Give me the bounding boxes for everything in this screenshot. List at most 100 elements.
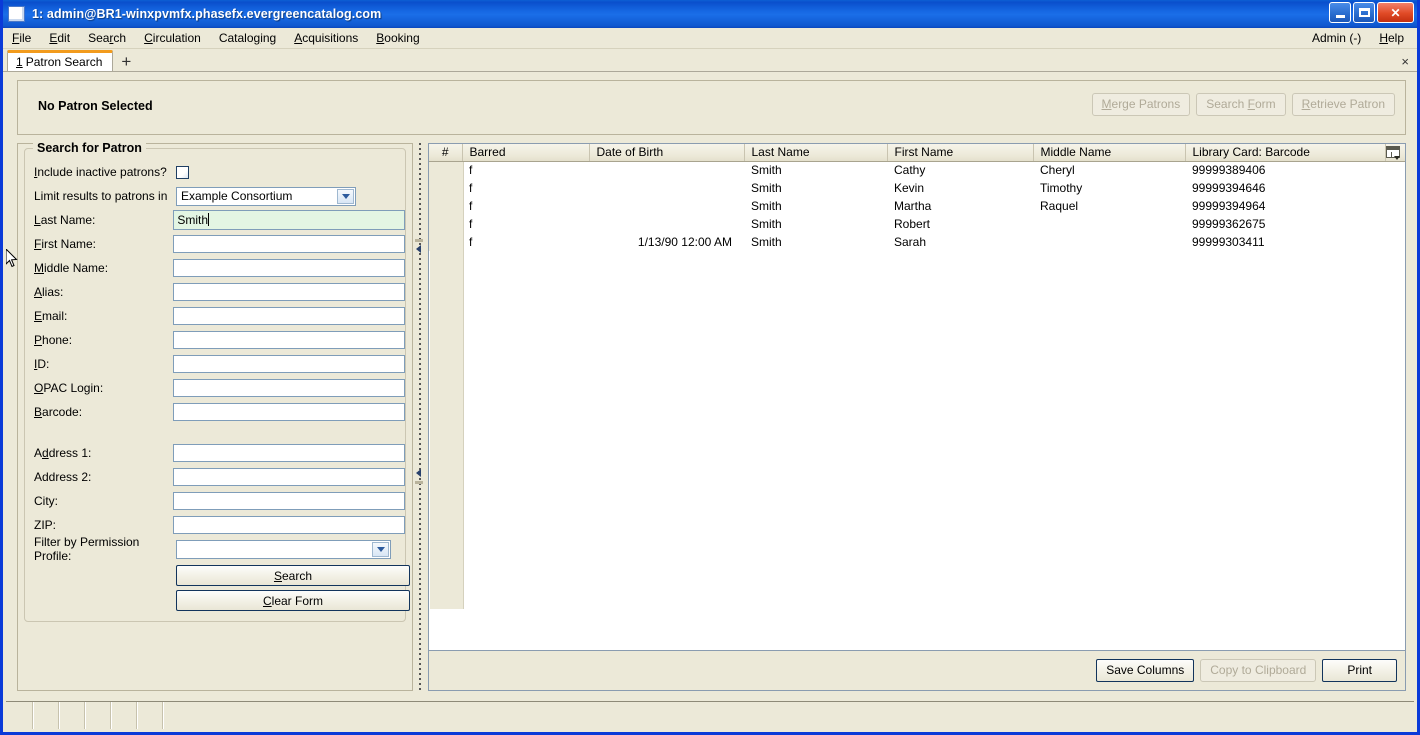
results-table-body: 1 f Smith Cathy Cheryl 99999389406 2 f (429, 161, 1405, 251)
app-icon (8, 6, 25, 22)
cell-barcode: 99999362675 (1185, 215, 1385, 233)
address1-label: Address 1: (34, 446, 92, 460)
pane-splitter[interactable] (414, 143, 427, 691)
print-button[interactable]: Print (1322, 659, 1397, 682)
row-phone: Phone: (25, 328, 405, 352)
col-header-picker-cell (1385, 144, 1405, 162)
col-header-last-name[interactable]: Last Name (744, 144, 888, 162)
menu-circulation[interactable]: Circulation (135, 29, 210, 47)
save-columns-button[interactable]: Save Columns (1096, 659, 1195, 682)
cell-last-name: Smith (744, 161, 887, 179)
menu-edit[interactable]: Edit (40, 29, 79, 47)
barcode-input[interactable] (173, 403, 405, 421)
zip-label: ZIP: (34, 518, 57, 532)
clear-form-button[interactable]: Clear Form (176, 590, 410, 611)
table-row[interactable]: 2 f Smith Kevin Timothy 99999394646 (429, 179, 1405, 197)
col-header-barred[interactable]: Barred (462, 144, 590, 162)
cell-last-name: Smith (744, 179, 887, 197)
status-segment (60, 702, 86, 729)
menu-admin[interactable]: Admin (-) (1303, 29, 1370, 47)
col-header-middle-name[interactable]: Middle Name (1033, 144, 1186, 162)
cell-spacer (1385, 179, 1405, 197)
cell-spacer (1385, 197, 1405, 215)
column-picker-icon[interactable] (1386, 146, 1400, 161)
opac-login-input[interactable] (173, 379, 405, 397)
close-button[interactable]: ✕ (1377, 2, 1414, 23)
limit-results-label: Limit results to patrons in (34, 189, 168, 203)
middle-name-input[interactable] (173, 259, 405, 277)
copy-to-clipboard-button[interactable]: Copy to Clipboard (1200, 659, 1317, 682)
zip-input[interactable] (173, 516, 405, 534)
cell-first-name: Robert (887, 215, 1033, 233)
row-city: City: (25, 489, 405, 513)
last-name-input[interactable]: Smith (173, 210, 405, 230)
first-name-input[interactable] (173, 235, 405, 253)
menu-bar: File Edit Search Circulation Cataloging … (3, 28, 1417, 49)
include-inactive-checkbox[interactable] (176, 165, 189, 179)
table-row[interactable]: 3 f Smith Martha Raquel 99999394964 (429, 197, 1405, 215)
email-input[interactable] (173, 307, 405, 325)
address2-input[interactable] (173, 468, 405, 486)
cell-barred: f (462, 161, 589, 179)
middle-name-label: Middle Name: (34, 261, 109, 275)
barcode-label: Barcode: (34, 405, 83, 419)
col-header-barcode[interactable]: Library Card: Barcode (1185, 144, 1386, 162)
row-first-name: First Name: (25, 232, 405, 256)
application-window: 1: admin@BR1-winxpvmfx.phasefx.evergreen… (0, 0, 1420, 735)
mouse-cursor (6, 249, 18, 268)
cell-middle-name: Cheryl (1033, 161, 1185, 179)
window-title: 1: admin@BR1-winxpvmfx.phasefx.evergreen… (32, 7, 382, 21)
tab-patron-search[interactable]: 1 Patron Search (7, 50, 114, 71)
menu-booking[interactable]: Booking (367, 29, 428, 47)
table-row[interactable]: 5 f 1/13/90 12:00 AM Smith Sarah 9999930… (429, 233, 1405, 251)
merge-patrons-button[interactable]: Merge Patrons (1091, 93, 1191, 116)
cell-middle-name (1033, 233, 1185, 251)
limit-results-select[interactable]: Example Consortium (176, 186, 356, 206)
tab-bar: 1 Patron Search + × (3, 49, 1417, 72)
maximize-button[interactable] (1353, 2, 1375, 23)
col-header-dob[interactable]: Date of Birth (589, 144, 745, 162)
splitter-grip (419, 143, 421, 691)
row-alias: Alias: (25, 280, 405, 304)
table-row[interactable]: 1 f Smith Cathy Cheryl 99999389406 (429, 161, 1405, 179)
address2-label: Address 2: (34, 470, 92, 484)
cell-first-name: Cathy (887, 161, 1033, 179)
menu-file[interactable]: File (3, 29, 40, 47)
alias-input[interactable] (173, 283, 405, 301)
permission-profile-select[interactable] (176, 539, 391, 559)
tab-label: Patron Search (25, 55, 103, 69)
cell-spacer (1385, 161, 1405, 179)
address1-input[interactable] (173, 444, 405, 462)
table-row[interactable]: 4 f Smith Robert 99999362675 (429, 215, 1405, 233)
menu-acquisitions[interactable]: Acquisitions (285, 29, 367, 47)
row-limit-results: Limit results to patrons in Example Cons… (25, 184, 405, 208)
menu-help[interactable]: Help (1370, 29, 1413, 47)
first-name-label: First Name: (34, 237, 97, 251)
search-form-button[interactable]: Search Form (1196, 93, 1286, 116)
menu-cataloging[interactable]: Cataloging (210, 29, 285, 47)
phone-input[interactable] (173, 331, 405, 349)
city-input[interactable] (173, 492, 405, 510)
minimize-button[interactable] (1329, 2, 1351, 23)
results-grid-wrapper[interactable]: # Barred Date of Birth Last Name First N… (429, 144, 1405, 650)
splitter-collapse-left-icon[interactable] (416, 245, 421, 253)
close-icon: ✕ (1390, 5, 1401, 20)
col-header-number[interactable]: # (429, 144, 463, 162)
chevron-down-icon (337, 188, 354, 204)
row-address1: Address 1: (25, 441, 405, 465)
maximize-icon (1358, 8, 1370, 17)
cell-first-name: Martha (887, 197, 1033, 215)
search-button[interactable]: Search (176, 565, 410, 586)
menu-search[interactable]: Search (79, 29, 135, 47)
patron-action-buttons: Merge Patrons Search Form Retrieve Patro… (1091, 93, 1395, 116)
new-tab-button[interactable]: + (113, 53, 139, 71)
close-tab-button[interactable]: × (1401, 55, 1409, 68)
id-input[interactable] (173, 355, 405, 373)
splitter-collapse-left-icon-2[interactable] (416, 469, 421, 477)
cell-barred: f (462, 197, 589, 215)
row-opac-login: OPAC Login: (25, 376, 405, 400)
email-label: Email: (34, 309, 68, 323)
col-header-first-name[interactable]: First Name (887, 144, 1034, 162)
retrieve-patron-button[interactable]: Retrieve Patron (1291, 93, 1395, 116)
status-segment (6, 702, 34, 729)
